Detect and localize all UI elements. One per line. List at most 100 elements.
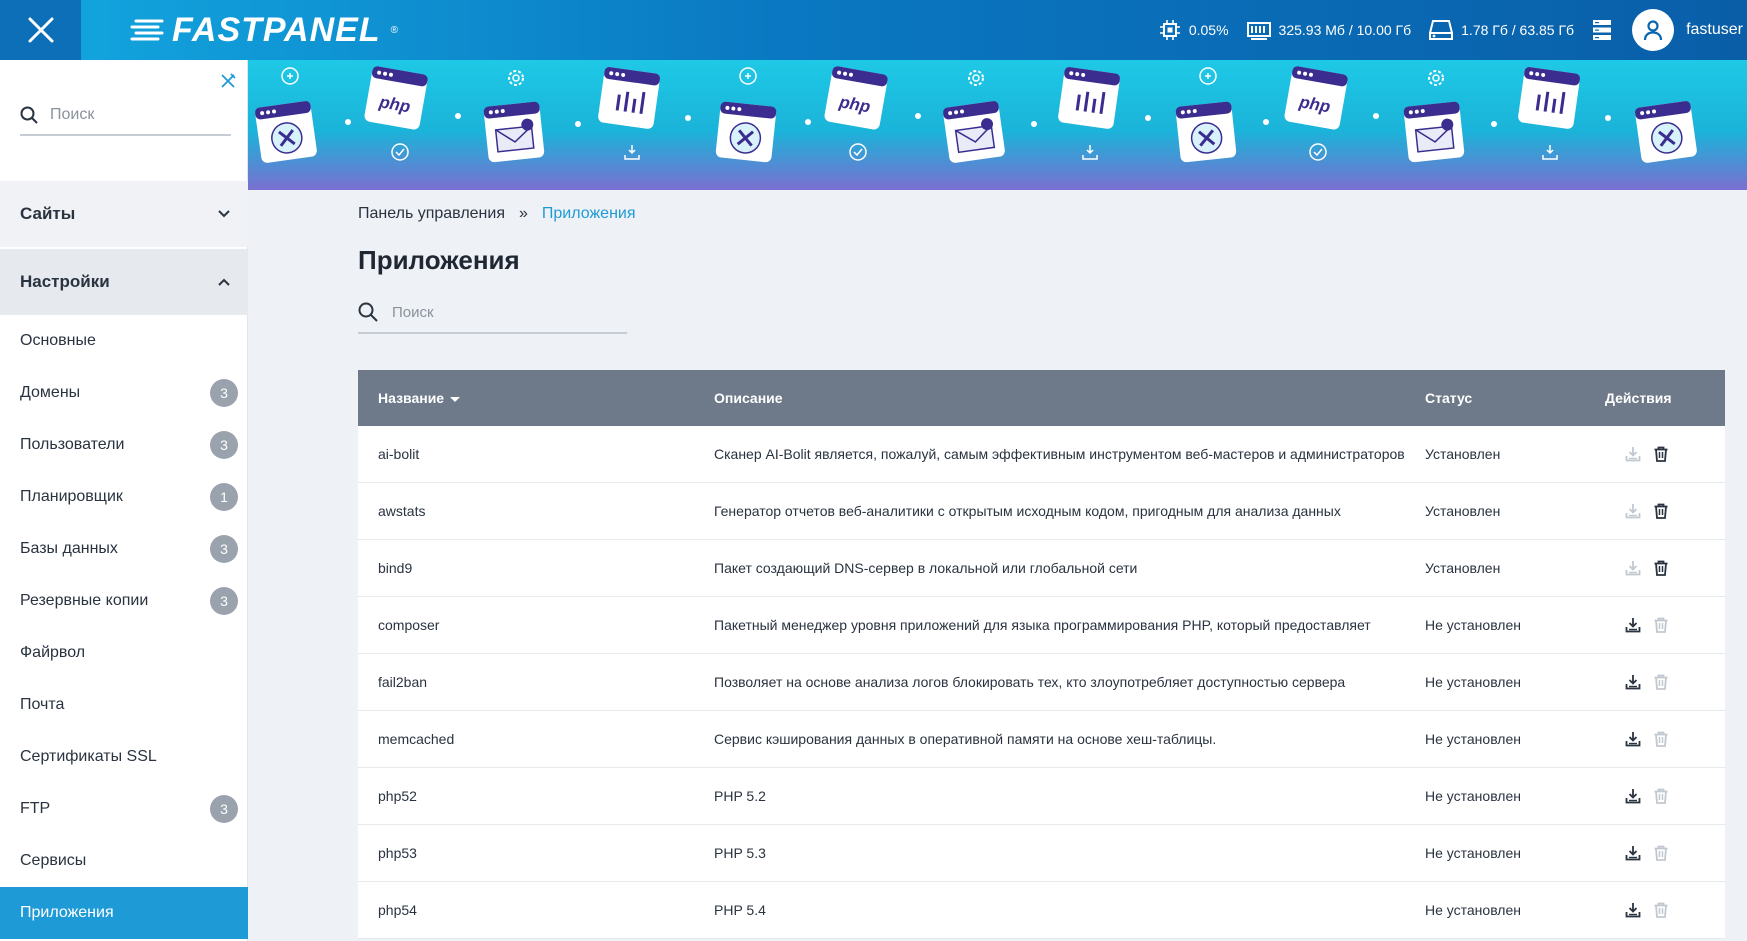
table-row[interactable]: composer Пакетный менеджер уровня приложе…: [358, 597, 1725, 654]
install-button[interactable]: [1625, 617, 1641, 633]
banner-tile-mail: [1403, 101, 1465, 163]
sidebar-item-label: Планировщик: [20, 488, 123, 505]
sidebar-item-databases[interactable]: Базы данных 3: [0, 523, 248, 575]
table-row[interactable]: memcached Сервис кэширования данных в опе…: [358, 711, 1725, 768]
install-button[interactable]: [1625, 503, 1641, 519]
app-status: Установлен: [1425, 446, 1501, 462]
trash-icon: [1654, 845, 1668, 861]
install-button[interactable]: [1625, 788, 1641, 804]
install-icon: [1625, 789, 1641, 804]
install-button[interactable]: [1625, 674, 1641, 690]
plus-icon: [739, 67, 757, 85]
banner-tile-mail: [943, 101, 1005, 163]
app-name-text: memcached: [378, 731, 455, 747]
table-row[interactable]: ai-bolit Сканер AI-Bolit является, пожалу…: [358, 426, 1725, 483]
delete-button[interactable]: [1653, 617, 1669, 633]
delete-button[interactable]: [1653, 446, 1669, 462]
cpu-stat: 0.05%: [1159, 19, 1229, 41]
sidebar-item-general[interactable]: Основные: [0, 315, 248, 367]
row-actions: [1605, 446, 1725, 462]
table-row[interactable]: bind9 Пакет создающий DNS-сервер в локаль…: [358, 540, 1725, 597]
breadcrumb-separator: »: [518, 205, 528, 222]
sidebar-item-applications[interactable]: Приложения: [0, 887, 248, 939]
user-icon: [1643, 20, 1663, 41]
app-status: Не установлен: [1425, 674, 1521, 690]
table-row[interactable]: php52 PHP 5.2 Не установлен: [358, 768, 1725, 825]
plus-icon: [281, 67, 299, 85]
sidebar-item-domains[interactable]: Домены 3: [0, 367, 248, 419]
row-actions: [1605, 788, 1725, 804]
sidebar-section-label: Сайты: [20, 204, 76, 223]
user-menu[interactable]: fastuser: [1632, 0, 1747, 60]
table-row[interactable]: php54 PHP 5.4 Не установлен: [358, 882, 1725, 939]
sidebar-search-input[interactable]: [50, 106, 220, 124]
sidebar: Сайты Настройки Основные Домены 3 Пользо…: [0, 60, 248, 941]
delete-button[interactable]: [1653, 845, 1669, 861]
sidebar-item-label: Пользователи: [20, 436, 125, 453]
sidebar-item-scheduler[interactable]: Планировщик 1: [0, 471, 248, 523]
install-icon: [1625, 732, 1641, 747]
banner-tile-star: [715, 101, 777, 163]
app-name-text: php54: [378, 902, 417, 918]
column-name-header[interactable]: Название: [358, 390, 714, 406]
dot-icon: [455, 113, 461, 119]
table-row[interactable]: php53 PHP 5.3 Не установлен: [358, 825, 1725, 882]
server-stats: 0.05% 325.93 Мб / 10.00 Гб 1.78 Гб / 63.…: [1159, 0, 1747, 60]
install-button[interactable]: [1625, 560, 1641, 576]
install-button[interactable]: [1625, 731, 1641, 747]
breadcrumb-current: Приложения: [541, 205, 636, 222]
sidebar-section-sites[interactable]: Сайты: [0, 181, 248, 247]
download-icon: [1082, 145, 1098, 160]
gear-icon: [1428, 70, 1444, 86]
avatar[interactable]: [1632, 9, 1675, 51]
delete-button[interactable]: [1653, 503, 1669, 519]
username: fastuser: [1686, 21, 1743, 38]
ram-value: 325.93 Мб / 10.00 Гб: [1278, 22, 1412, 38]
sidebar-item-label: Почта: [20, 696, 65, 713]
install-button[interactable]: [1625, 902, 1641, 918]
install-icon: [1625, 846, 1641, 861]
install-button[interactable]: [1625, 845, 1641, 861]
install-button[interactable]: [1625, 446, 1641, 462]
install-icon: [1625, 618, 1641, 633]
banner-illustration: php php php: [255, 66, 1697, 163]
applications-search-input[interactable]: [392, 303, 612, 321]
count-badge: 3: [210, 535, 238, 563]
menu-close-button[interactable]: [0, 0, 81, 60]
delete-button[interactable]: [1653, 560, 1669, 576]
sidebar-item-ssl[interactable]: Сертификаты SSL: [0, 731, 248, 783]
delete-button[interactable]: [1653, 902, 1669, 918]
close-icon: [28, 17, 53, 43]
search-icon: [358, 302, 378, 322]
sidebar-item-firewall[interactable]: Файрвол: [0, 627, 248, 679]
install-icon: [1625, 903, 1641, 918]
sidebar-item-label: Основные: [20, 332, 96, 349]
count-badge: 3: [210, 379, 238, 407]
sidebar-item-ftp[interactable]: FTP 3: [0, 783, 248, 835]
check-icon: [1309, 143, 1327, 161]
sidebar-collapse-button[interactable]: [219, 72, 237, 95]
dot-icon: [345, 119, 351, 125]
table-row[interactable]: awstats Генератор отчетов веб-аналитики с…: [358, 483, 1725, 540]
delete-button[interactable]: [1653, 674, 1669, 690]
fastpanel-logo[interactable]: FASTPANEL ®: [130, 10, 398, 50]
sidebar-item-services[interactable]: Сервисы: [0, 835, 248, 887]
servers-icon: [1593, 20, 1612, 40]
chevron-up-icon: [218, 278, 230, 286]
banner-tile-mail: [483, 101, 545, 163]
delete-button[interactable]: [1653, 788, 1669, 804]
sidebar-section-settings[interactable]: Настройки: [0, 249, 248, 315]
sidebar-item-backups[interactable]: Резервные копии 3: [0, 575, 248, 627]
banner-tile-star: [1635, 101, 1697, 163]
app-name-text: awstats: [378, 503, 426, 519]
table-body: ai-bolit Сканер AI-Bolit является, пожалу…: [358, 426, 1725, 939]
delete-button[interactable]: [1653, 731, 1669, 747]
gear-icon: [508, 70, 524, 86]
sidebar-item-mail[interactable]: Почта: [0, 679, 248, 731]
app-description: Пакет создающий DNS-сервер в локальной и…: [714, 560, 1138, 576]
servers-button[interactable]: [1592, 19, 1612, 41]
table-row[interactable]: fail2ban Позволяет на основе анализа лого…: [358, 654, 1725, 711]
sidebar-item-users[interactable]: Пользователи 3: [0, 419, 248, 471]
breadcrumb-root-link[interactable]: Панель управления: [358, 205, 505, 223]
column-status-header: Статус: [1425, 390, 1473, 406]
